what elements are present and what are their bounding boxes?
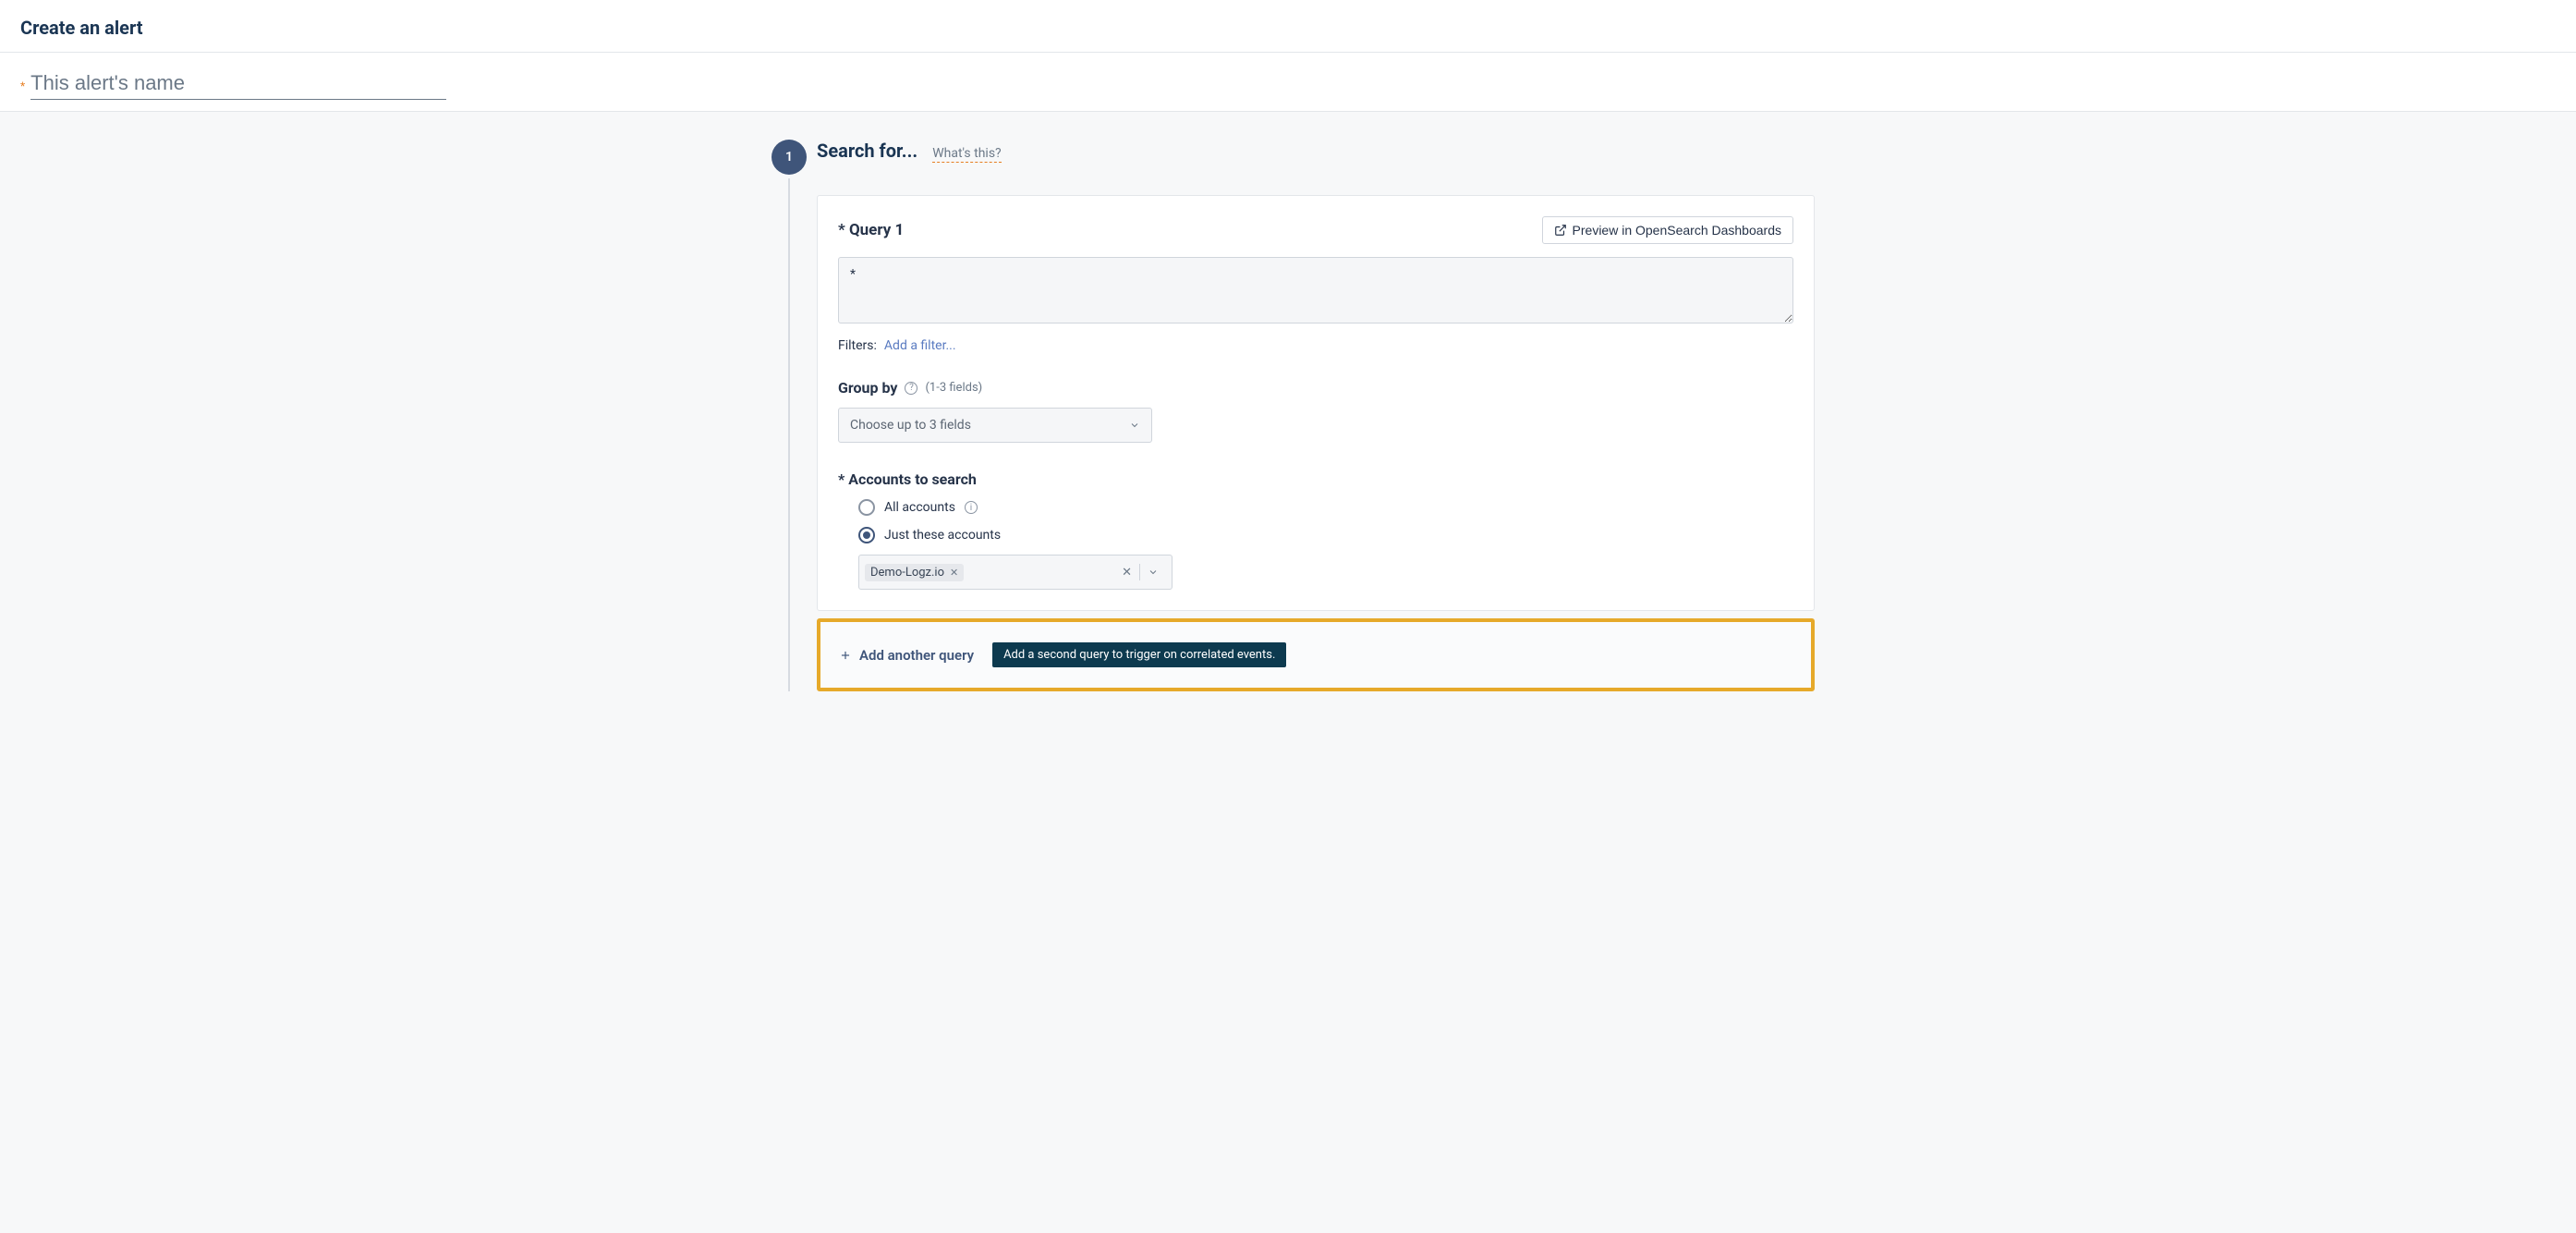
radio-inner-dot — [863, 531, 870, 539]
alert-name-input[interactable] — [30, 69, 446, 100]
filters-row: Filters: Add a filter... — [838, 338, 1793, 353]
radio-all-label: All accounts — [884, 500, 955, 515]
step-body: Search for... What's this? * Query 1 Pre… — [817, 140, 1815, 691]
preview-button[interactable]: Preview in OpenSearch Dashboards — [1542, 216, 1793, 244]
page-title: Create an alert — [20, 17, 2556, 39]
accounts-select[interactable]: Demo-Logz.io ✕ ✕ — [858, 555, 1173, 590]
alert-name-row: * — [0, 53, 2576, 112]
query-textarea[interactable] — [838, 257, 1793, 324]
query-card: * Query 1 Preview in OpenSearch Dashboar… — [817, 195, 1815, 611]
add-query-highlight: Add another query Add a second query to … — [817, 618, 1815, 691]
required-asterisk: * — [20, 80, 25, 92]
step-heading-row: Search for... What's this? — [817, 140, 1815, 175]
accounts-select-controls: ✕ — [1114, 564, 1166, 580]
groupby-placeholder: Choose up to 3 fields — [850, 418, 971, 433]
rail-line — [788, 178, 790, 691]
clear-icon[interactable]: ✕ — [1114, 566, 1139, 580]
step-heading: Search for... — [817, 140, 917, 162]
chevron-down-icon — [1148, 567, 1159, 578]
whats-this-link[interactable]: What's this? — [932, 146, 1001, 163]
groupby-header: Group by ? (1-3 fields) — [838, 379, 1793, 397]
account-chip: Demo-Logz.io ✕ — [865, 564, 964, 581]
preview-button-label: Preview in OpenSearch Dashboards — [1573, 223, 1781, 238]
groupby-label: Group by — [838, 379, 897, 397]
step-rail: 1 — [761, 140, 817, 691]
help-icon[interactable]: ? — [905, 382, 917, 395]
plus-icon — [839, 649, 852, 662]
radio-just-label: Just these accounts — [884, 528, 1001, 543]
step-badge: 1 — [772, 140, 807, 175]
content-area: 1 Search for... What's this? * Query 1 — [0, 112, 2576, 719]
filters-label: Filters: — [838, 338, 877, 353]
groupby-select[interactable]: Choose up to 3 fields — [838, 408, 1152, 443]
query-label: * Query 1 — [838, 221, 904, 239]
add-query-label: Add another query — [859, 647, 974, 664]
steps-area: 1 Search for... What's this? * Query 1 — [761, 140, 1815, 691]
query-head-row: * Query 1 Preview in OpenSearch Dashboar… — [838, 216, 1793, 244]
radio-just-accounts[interactable]: Just these accounts — [858, 527, 1793, 543]
external-link-icon — [1554, 224, 1567, 237]
add-query-tooltip: Add a second query to trigger on correla… — [992, 642, 1286, 667]
radio-icon-selected — [858, 527, 875, 543]
chip-remove-icon[interactable]: ✕ — [950, 567, 958, 579]
dropdown-toggle[interactable] — [1140, 567, 1166, 578]
groupby-hint: (1-3 fields) — [925, 381, 982, 395]
info-icon[interactable]: i — [965, 501, 978, 514]
radio-icon-unselected — [858, 499, 875, 516]
page-header: Create an alert — [0, 0, 2576, 53]
chevron-down-icon — [1129, 420, 1140, 431]
add-another-query-button[interactable]: Add another query — [839, 647, 974, 664]
radio-all-accounts[interactable]: All accounts i — [858, 499, 1793, 516]
chip-label: Demo-Logz.io — [870, 566, 944, 580]
accounts-label: * Accounts to search — [838, 470, 1793, 488]
add-filter-link[interactable]: Add a filter... — [884, 338, 956, 353]
